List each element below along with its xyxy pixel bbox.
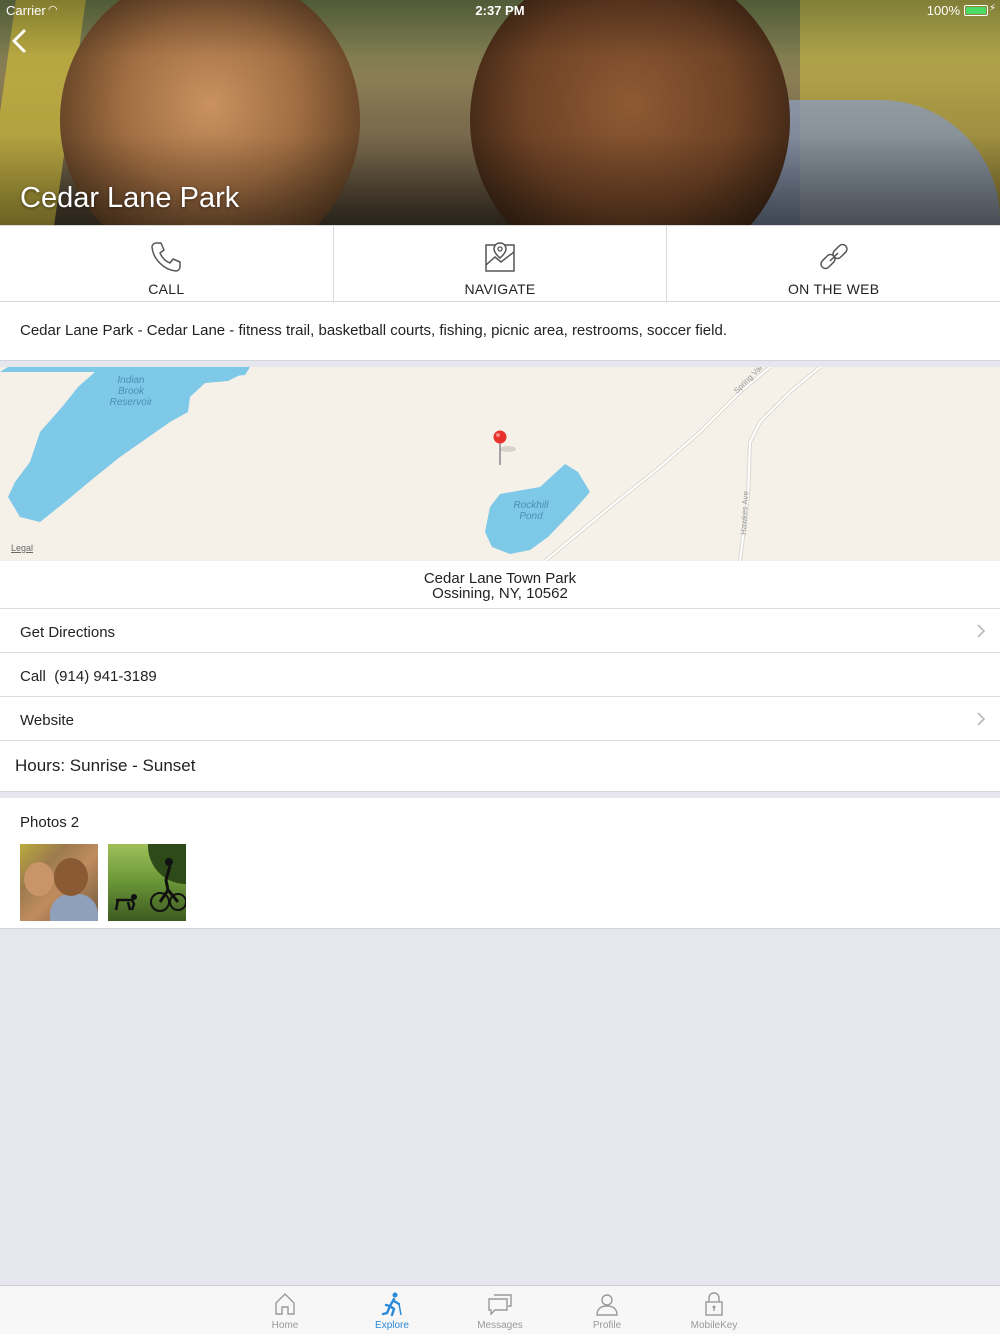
phone-icon [151,242,182,272]
map-legal-link[interactable]: Legal [11,543,33,553]
status-bar: Carrier ◠ 2:37 PM 100% ⚡ [0,0,1000,20]
map-view[interactable]: Indian Brook Reservoir Rockhill Pond Spr… [0,367,1000,561]
chevron-right-icon [977,624,986,638]
tab-messages[interactable]: Messages [460,1286,540,1334]
link-icon [819,243,848,270]
navigate-button[interactable]: NAVIGATE [334,226,668,301]
tab-mobilekey[interactable]: MobileKey [674,1286,754,1334]
road-label-hawkes: Hawkes Ave [739,490,750,535]
reservoir-label-1: Indian [117,375,145,386]
address-block: Cedar Lane Town Park Ossining, NY, 10562 [0,561,1000,609]
call-label: CALL [148,281,185,297]
page-title: Cedar Lane Park [20,182,240,214]
on-the-web-button[interactable]: ON THE WEB [667,226,1000,301]
photos-count: 2 [70,814,80,831]
action-bar: CALL NAVIGATE ON THE WEB [0,225,1000,302]
home-icon [275,1293,295,1315]
call-row[interactable]: Call (914) 941-3189 [0,653,1000,697]
park-description: Cedar Lane Park - Cedar Lane - fitness t… [0,302,1000,360]
get-directions-label: Get Directions [20,624,116,641]
photo-thumbnail[interactable] [108,844,186,921]
tab-explore-label: Explore [375,1320,409,1331]
back-button[interactable] [10,28,30,54]
navigate-label: NAVIGATE [464,281,536,297]
call-row-label: Call [20,668,46,685]
charging-icon: ⚡ [988,3,996,14]
address-name: Cedar Lane Town Park [423,570,577,587]
tab-mobilekey-label: MobileKey [690,1320,738,1331]
tab-messages-label: Messages [477,1320,523,1331]
tab-home-label: Home [271,1320,299,1331]
explore-icon [381,1292,402,1317]
location-pin-icon [493,430,507,444]
section-divider [0,360,1000,367]
phone-number: (914) 941-3189 [54,668,157,685]
reservoir-label-3: Reservoir [110,397,153,408]
photos-title: Photos 2 [20,814,79,831]
tab-profile-label: Profile [592,1320,622,1331]
tab-explore[interactable]: Explore [352,1286,432,1334]
tab-home[interactable]: Home [245,1286,325,1334]
hours-text: Hours: Sunrise - Sunset [0,741,1000,791]
tab-bar: Home Explore Messages Profile MobileKey [0,1285,1000,1334]
website-label: Website [20,712,74,729]
road-label-spring-val: Spring Val [732,367,764,395]
reservoir-label-2: Brook [118,386,145,397]
lock-icon [705,1292,723,1316]
call-button[interactable]: CALL [0,226,334,301]
info-list: Get Directions Call (914) 941-3189 Websi… [0,609,1000,741]
photos-section: Photos 2 [0,798,1000,929]
clock: 2:37 PM [475,3,525,18]
tab-profile[interactable]: Profile [567,1286,647,1334]
get-directions-row[interactable]: Get Directions [0,609,1000,653]
photos-label: Photos [20,814,67,831]
web-label: ON THE WEB [787,281,880,297]
messages-icon [488,1294,512,1316]
section-divider [0,791,1000,798]
photo-thumbnail[interactable] [20,844,98,921]
battery-percent: 100% [926,3,960,18]
battery-icon [964,5,988,16]
profile-icon [596,1294,618,1316]
pond-label-2: Pond [519,511,543,522]
address-city: Ossining, NY, 10562 [432,585,568,602]
map-pin-icon [485,242,515,272]
chevron-left-icon [12,29,26,53]
pond-label-1: Rockhill [513,500,549,511]
chevron-right-icon [977,712,986,726]
website-row[interactable]: Website [0,697,1000,741]
